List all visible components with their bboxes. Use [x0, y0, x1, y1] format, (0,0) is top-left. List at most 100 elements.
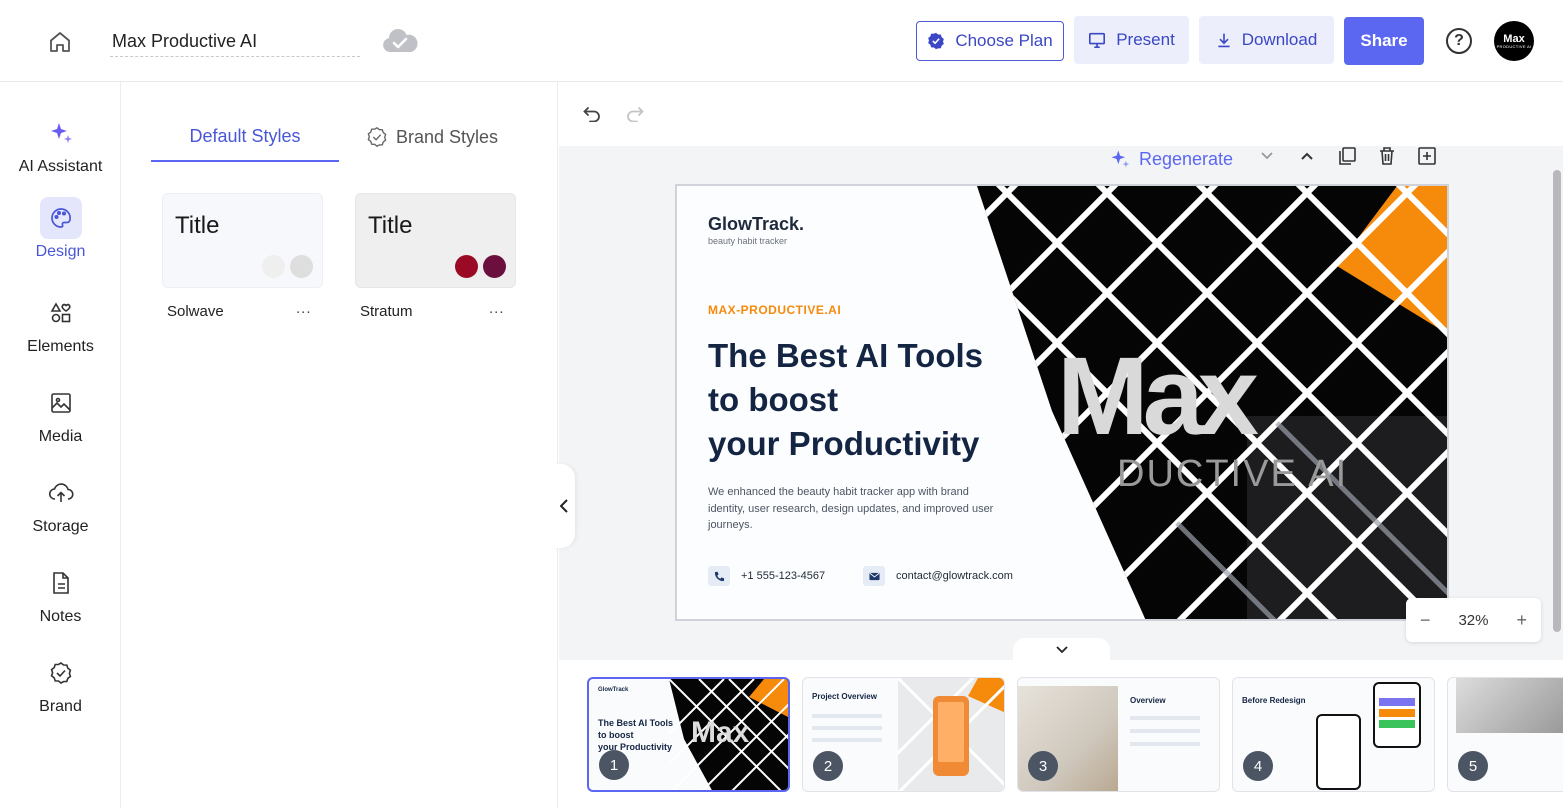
- collapse-panel-button[interactable]: [553, 464, 575, 548]
- sidebar-item-label: Storage: [32, 518, 89, 535]
- regenerate-label: Regenerate: [1139, 148, 1234, 169]
- zoom-level[interactable]: 32%: [1458, 612, 1488, 629]
- regenerate-button[interactable]: Regenerate: [1109, 148, 1233, 170]
- share-button[interactable]: Share: [1344, 17, 1424, 65]
- thumb-heading-line: The Best AI Tools: [598, 718, 674, 728]
- thumb-logo: GlowTrack: [598, 687, 629, 693]
- add-slide-button[interactable]: [1415, 144, 1439, 168]
- zoom-in-button[interactable]: +: [1516, 610, 1527, 631]
- download-button[interactable]: Download: [1199, 16, 1334, 64]
- color-dot: [290, 255, 313, 278]
- redo-button[interactable]: [626, 106, 644, 127]
- slide-kicker: MAX-PRODUCTIVE.AI: [708, 303, 842, 317]
- help-icon[interactable]: ?: [1446, 28, 1472, 54]
- slide-number: 1: [599, 750, 629, 780]
- slide-heading: The Best AI Tools to boost your Producti…: [708, 334, 1028, 466]
- zoom-control: − 32% +: [1406, 598, 1541, 642]
- present-label: Present: [1116, 30, 1175, 49]
- sidebar-item-label: Design: [35, 243, 86, 260]
- delete-slide-button[interactable]: [1375, 144, 1399, 168]
- style-card-title: Title: [368, 212, 413, 239]
- slide-number: 5: [1458, 751, 1488, 781]
- slide-thumbnail-2[interactable]: Project Overview 2: [802, 677, 1005, 792]
- slide-heading-line: your Productivity: [708, 425, 980, 462]
- slide-thumbnail-1[interactable]: Max GlowTrack The Best AI Tools to boost…: [587, 677, 790, 792]
- chevron-down-icon: [1055, 645, 1068, 653]
- present-button[interactable]: Present: [1074, 16, 1189, 64]
- sidebar-item-ai-assistant[interactable]: AI Assistant: [0, 112, 121, 176]
- regenerate-options-button[interactable]: [1255, 144, 1279, 168]
- thumb-heading: Before Redesign: [1242, 696, 1306, 705]
- thumb-heading: Project Overview: [812, 692, 877, 701]
- toggle-filmstrip-button[interactable]: [1013, 638, 1110, 660]
- sidebar-item-media[interactable]: Media: [0, 382, 121, 446]
- thumb-list: [812, 714, 882, 742]
- phone-icon: [708, 566, 730, 586]
- canvas-toolbar: [559, 82, 1563, 146]
- design-panel: Default Styles Brand Styles Title Solwav…: [121, 82, 558, 808]
- slide-number: 4: [1243, 751, 1273, 781]
- copy-icon: [1339, 147, 1356, 165]
- document-title-input[interactable]: Max Productive AI: [110, 27, 360, 57]
- sidebar-item-elements[interactable]: Elements: [0, 292, 121, 356]
- tab-default-styles[interactable]: Default Styles: [151, 112, 339, 162]
- image-icon: [40, 382, 82, 424]
- choose-plan-label: Choose Plan: [955, 31, 1053, 50]
- more-options-button[interactable]: ...: [296, 300, 312, 317]
- thumb-phone-mockup: [1373, 682, 1421, 748]
- thumb-list: [1130, 716, 1200, 746]
- slide-contact-phone: +1 555-123-4567: [708, 566, 825, 586]
- slide-heading-line: to boost: [708, 381, 839, 418]
- style-card-stratum[interactable]: Title: [355, 193, 516, 288]
- move-slide-up-button[interactable]: [1295, 144, 1319, 168]
- sidebar-item-notes[interactable]: Notes: [0, 562, 121, 626]
- slide-logo: GlowTrack.: [708, 214, 805, 234]
- home-button[interactable]: [42, 24, 78, 60]
- slide-diamond-art: Max DUCTIVE AI: [977, 186, 1447, 619]
- slide-thumbnail-3[interactable]: Overview 3: [1017, 677, 1220, 792]
- style-name-solwave: Solwave: [167, 303, 224, 320]
- slide-preview[interactable]: Max DUCTIVE AI GlowTrack. beauty habit t…: [675, 184, 1449, 621]
- slide-logo-tagline: beauty habit tracker: [708, 236, 788, 246]
- chevron-up-icon: [1301, 152, 1313, 160]
- cloud-saved-icon: [380, 26, 420, 58]
- slide-number: 2: [813, 751, 843, 781]
- color-dot: [262, 255, 285, 278]
- sidebar-item-brand[interactable]: Brand: [0, 652, 121, 716]
- trash-icon: [1380, 147, 1394, 165]
- thumb-heading: Overview: [1130, 696, 1166, 705]
- choose-plan-button[interactable]: Choose Plan: [916, 21, 1064, 61]
- slide-email-text: contact@glowtrack.com: [896, 570, 1013, 582]
- thumb-heading: The Best AI Tools to boost your Producti…: [598, 717, 673, 753]
- more-options-button[interactable]: ...: [489, 300, 505, 317]
- thumb-phone-mockup: [1316, 714, 1361, 790]
- undo-icon: [583, 107, 600, 123]
- slide-thumbnail-5[interactable]: 5: [1447, 677, 1563, 792]
- slide-number: 3: [1028, 751, 1058, 781]
- style-card-solwave[interactable]: Title: [162, 193, 323, 288]
- slide-art-wordmark: Max: [1057, 335, 1259, 458]
- tab-brand-styles[interactable]: Brand Styles: [357, 112, 507, 162]
- add-square-icon: [1418, 147, 1436, 165]
- undo-button[interactable]: [583, 106, 601, 127]
- app-window: Max Productive AI Choose Plan Present Do…: [0, 0, 1563, 808]
- slide-phone-text: +1 555-123-4567: [741, 570, 826, 582]
- style-name-stratum: Stratum: [360, 303, 413, 320]
- slide-contact-email: contact@glowtrack.com: [863, 566, 1013, 586]
- slide-thumbnail-4[interactable]: Before Redesign 4: [1232, 677, 1435, 792]
- thumb-photo: [1456, 678, 1563, 733]
- duplicate-slide-button[interactable]: [1335, 144, 1359, 168]
- chevron-left-icon: [560, 499, 568, 513]
- sidebar-item-design[interactable]: Design: [0, 197, 121, 261]
- color-dot: [455, 255, 478, 278]
- slide-body-text: We enhanced the beauty habit tracker app…: [708, 486, 994, 531]
- mail-icon: [863, 566, 885, 586]
- sidebar-item-storage[interactable]: Storage: [0, 472, 121, 536]
- slide-art-subtext: DUCTIVE AI: [1117, 453, 1348, 495]
- sparkle-icon: [40, 112, 82, 154]
- badge-check-icon: [367, 127, 387, 147]
- zoom-out-button[interactable]: −: [1420, 610, 1431, 631]
- canvas-scrollbar[interactable]: [1553, 170, 1561, 632]
- avatar[interactable]: Max PRODUCTIVE AI: [1494, 21, 1534, 61]
- left-sidebar: AI Assistant Design Elements Media Stora…: [0, 82, 121, 808]
